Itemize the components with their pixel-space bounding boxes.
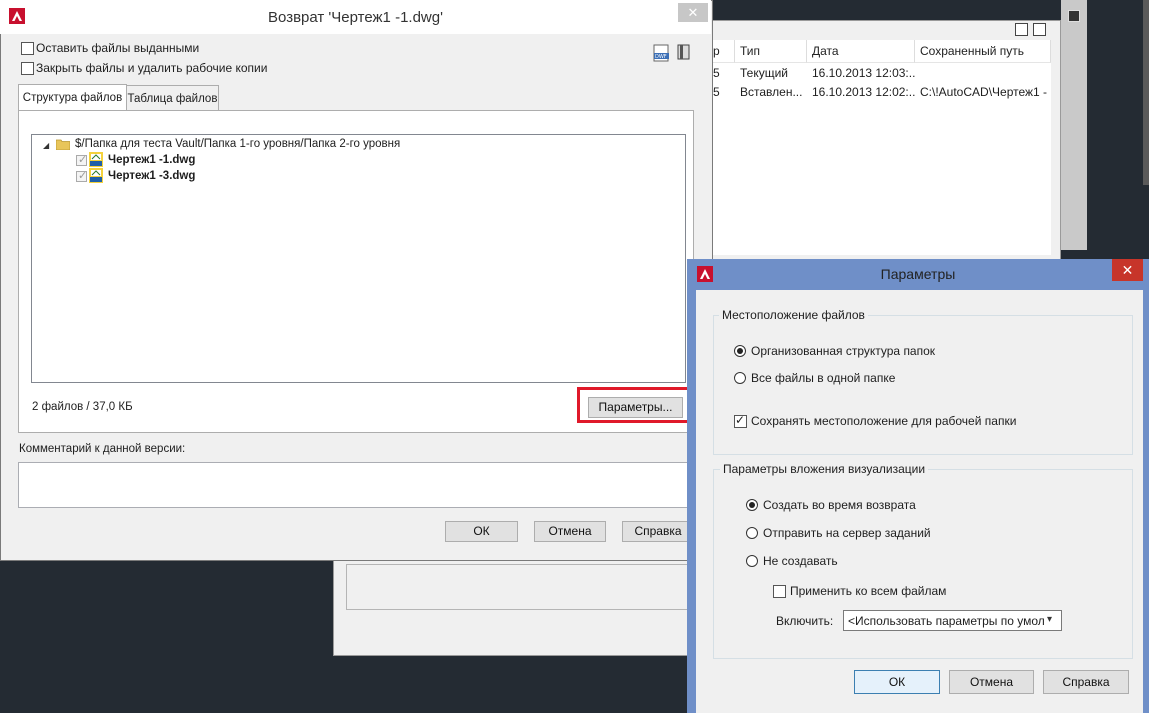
tab-file-table[interactable]: Таблица файлов	[126, 85, 219, 111]
include-select-value: <Использовать параметры по умол	[848, 614, 1045, 628]
column-header-path[interactable]: Сохраненный путь	[915, 40, 1051, 63]
send-to-job-server-radio[interactable]	[746, 527, 758, 539]
table-cell: Текущий	[740, 66, 788, 80]
table-cell: 16.10.2013 12:02:...	[812, 85, 915, 99]
collapse-arrow-icon[interactable]: ◢	[43, 141, 49, 150]
do-not-create-radio[interactable]	[746, 555, 758, 567]
send-to-job-server-label: Отправить на сервер заданий	[763, 526, 931, 540]
create-on-checkin-label: Создать во время возврата	[763, 498, 916, 512]
help-button[interactable]: Справка	[1043, 670, 1129, 694]
single-folder-label: Все файлы в одной папке	[751, 371, 896, 385]
keep-location-checkbox[interactable]	[734, 413, 747, 428]
cancel-button[interactable]: Отмена	[534, 521, 606, 542]
folder-icon	[56, 139, 70, 150]
right-panel-strip	[1061, 0, 1087, 250]
include-label: Включить:	[776, 614, 834, 628]
keep-checked-out-label: Оставить файлы выданными	[36, 41, 200, 55]
close-files-label: Закрыть файлы и удалить рабочие копии	[36, 61, 268, 75]
do-not-create-label: Не создавать	[763, 554, 838, 568]
highlight-frame	[577, 387, 690, 423]
table-row[interactable]: 5 Текущий 16.10.2013 12:03:...	[708, 64, 1051, 83]
book-icon[interactable]	[676, 44, 691, 61]
dwf-icon[interactable]: DWF	[653, 44, 670, 62]
dwg-file-icon	[89, 168, 103, 183]
parameters-title: Параметры	[880, 266, 956, 282]
comment-label: Комментарий к данной версии:	[19, 443, 186, 455]
include-select[interactable]: <Использовать параметры по умол ▾	[843, 610, 1062, 631]
table-cell: C:\!AutoCAD\Чертеж1 -	[920, 85, 1048, 99]
ok-button[interactable]: ОК	[445, 521, 518, 542]
background-panel	[346, 564, 688, 610]
svg-text:DWF: DWF	[655, 54, 667, 60]
check-in-titlebar[interactable]: Возврат 'Чертеж1 -1.dwg' ✕	[0, 0, 711, 34]
tree-view-icon[interactable]	[1033, 23, 1046, 36]
close-files-checkbox[interactable]	[21, 62, 34, 75]
table-cell: 16.10.2013 12:03:...	[812, 66, 915, 80]
table-cell	[915, 64, 1051, 83]
column-header-type[interactable]: Тип	[735, 40, 807, 63]
tree-file-name[interactable]: Чертеж1 -3.dwg	[108, 170, 195, 182]
chevron-down-icon: ▾	[1047, 614, 1053, 625]
tab-file-structure[interactable]: Структура файлов	[18, 84, 127, 111]
organized-structure-label: Организованная структура папок	[751, 344, 936, 358]
keep-checked-out-checkbox[interactable]	[21, 42, 34, 55]
table-cell: Вставлен...	[740, 85, 803, 99]
organized-structure-radio[interactable]	[734, 345, 746, 357]
create-on-checkin-radio[interactable]	[746, 499, 758, 511]
files-summary: 2 файлов / 37,0 КБ	[32, 401, 133, 413]
close-button[interactable]: ✕	[1112, 259, 1143, 281]
file-checkbox[interactable]	[76, 153, 87, 166]
column-header-date[interactable]: Дата	[807, 40, 915, 63]
apply-all-checkbox[interactable]	[773, 585, 786, 598]
table-row[interactable]: 5 Вставлен... 16.10.2013 12:02:... C:\!A…	[708, 83, 1051, 102]
cancel-button[interactable]: Отмена	[949, 670, 1034, 694]
ok-button[interactable]: ОК	[854, 670, 940, 694]
file-location-group	[713, 315, 1133, 455]
apply-all-label: Применить ко всем файлам	[790, 584, 947, 598]
dwg-file-icon	[89, 152, 103, 167]
scrollbar[interactable]	[1143, 0, 1149, 185]
visualization-label: Параметры вложения визуализации	[720, 462, 929, 476]
file-history-table: р Тип Дата Сохраненный путь 5 Текущий 16…	[707, 40, 1051, 255]
list-view-icon[interactable]	[1015, 23, 1028, 36]
keep-location-label: Сохранять местоположение для рабочей пап…	[751, 414, 1017, 428]
file-checkbox[interactable]	[76, 169, 87, 182]
single-folder-radio[interactable]	[734, 372, 746, 384]
file-tree[interactable]: ◢ $/Папка для теста Vault/Папка 1-го уро…	[31, 134, 686, 383]
file-location-label: Местоположение файлов	[719, 308, 868, 322]
dialog-title: Возврат 'Чертеж1 -1.dwg'	[268, 9, 443, 26]
tree-file-name[interactable]: Чертеж1 -1.dwg	[108, 154, 195, 166]
help-button[interactable]: Справка	[622, 521, 694, 542]
tree-folder-path[interactable]: $/Папка для теста Vault/Папка 1-го уровн…	[75, 138, 400, 150]
close-button[interactable]: ✕	[678, 3, 708, 22]
comment-input[interactable]	[18, 462, 694, 508]
panel-icon[interactable]	[1068, 10, 1080, 22]
